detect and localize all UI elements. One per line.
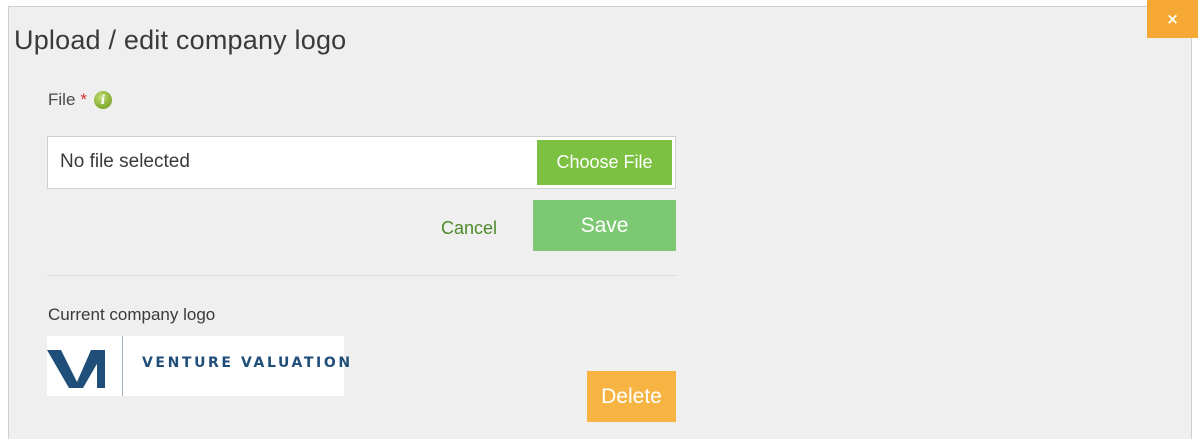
file-status-text: No file selected bbox=[60, 151, 190, 172]
section-divider bbox=[47, 275, 676, 276]
logo-separator bbox=[122, 336, 123, 396]
venture-valuation-logo-icon bbox=[47, 350, 105, 388]
dialog-title: Upload / edit company logo bbox=[14, 25, 347, 55]
choose-file-button[interactable]: Choose File bbox=[537, 140, 672, 185]
file-label-row: File * i bbox=[48, 90, 113, 110]
required-marker: * bbox=[80, 90, 88, 109]
current-logo-label: Current company logo bbox=[48, 305, 216, 324]
file-label: File bbox=[48, 90, 76, 109]
logo-wordmark: VENTURE VALUATION bbox=[142, 355, 353, 371]
file-input[interactable]: No file selected Choose File bbox=[47, 136, 676, 189]
current-logo-image: VENTURE VALUATION bbox=[47, 336, 350, 396]
info-icon[interactable]: i bbox=[94, 91, 113, 109]
cancel-link[interactable]: Cancel bbox=[441, 218, 497, 239]
upload-logo-dialog: Upload / edit company logo File * i No f… bbox=[8, 6, 1192, 439]
delete-button[interactable]: Delete bbox=[587, 371, 676, 422]
close-button[interactable]: × bbox=[1147, 0, 1198, 38]
save-button[interactable]: Save bbox=[533, 200, 676, 251]
